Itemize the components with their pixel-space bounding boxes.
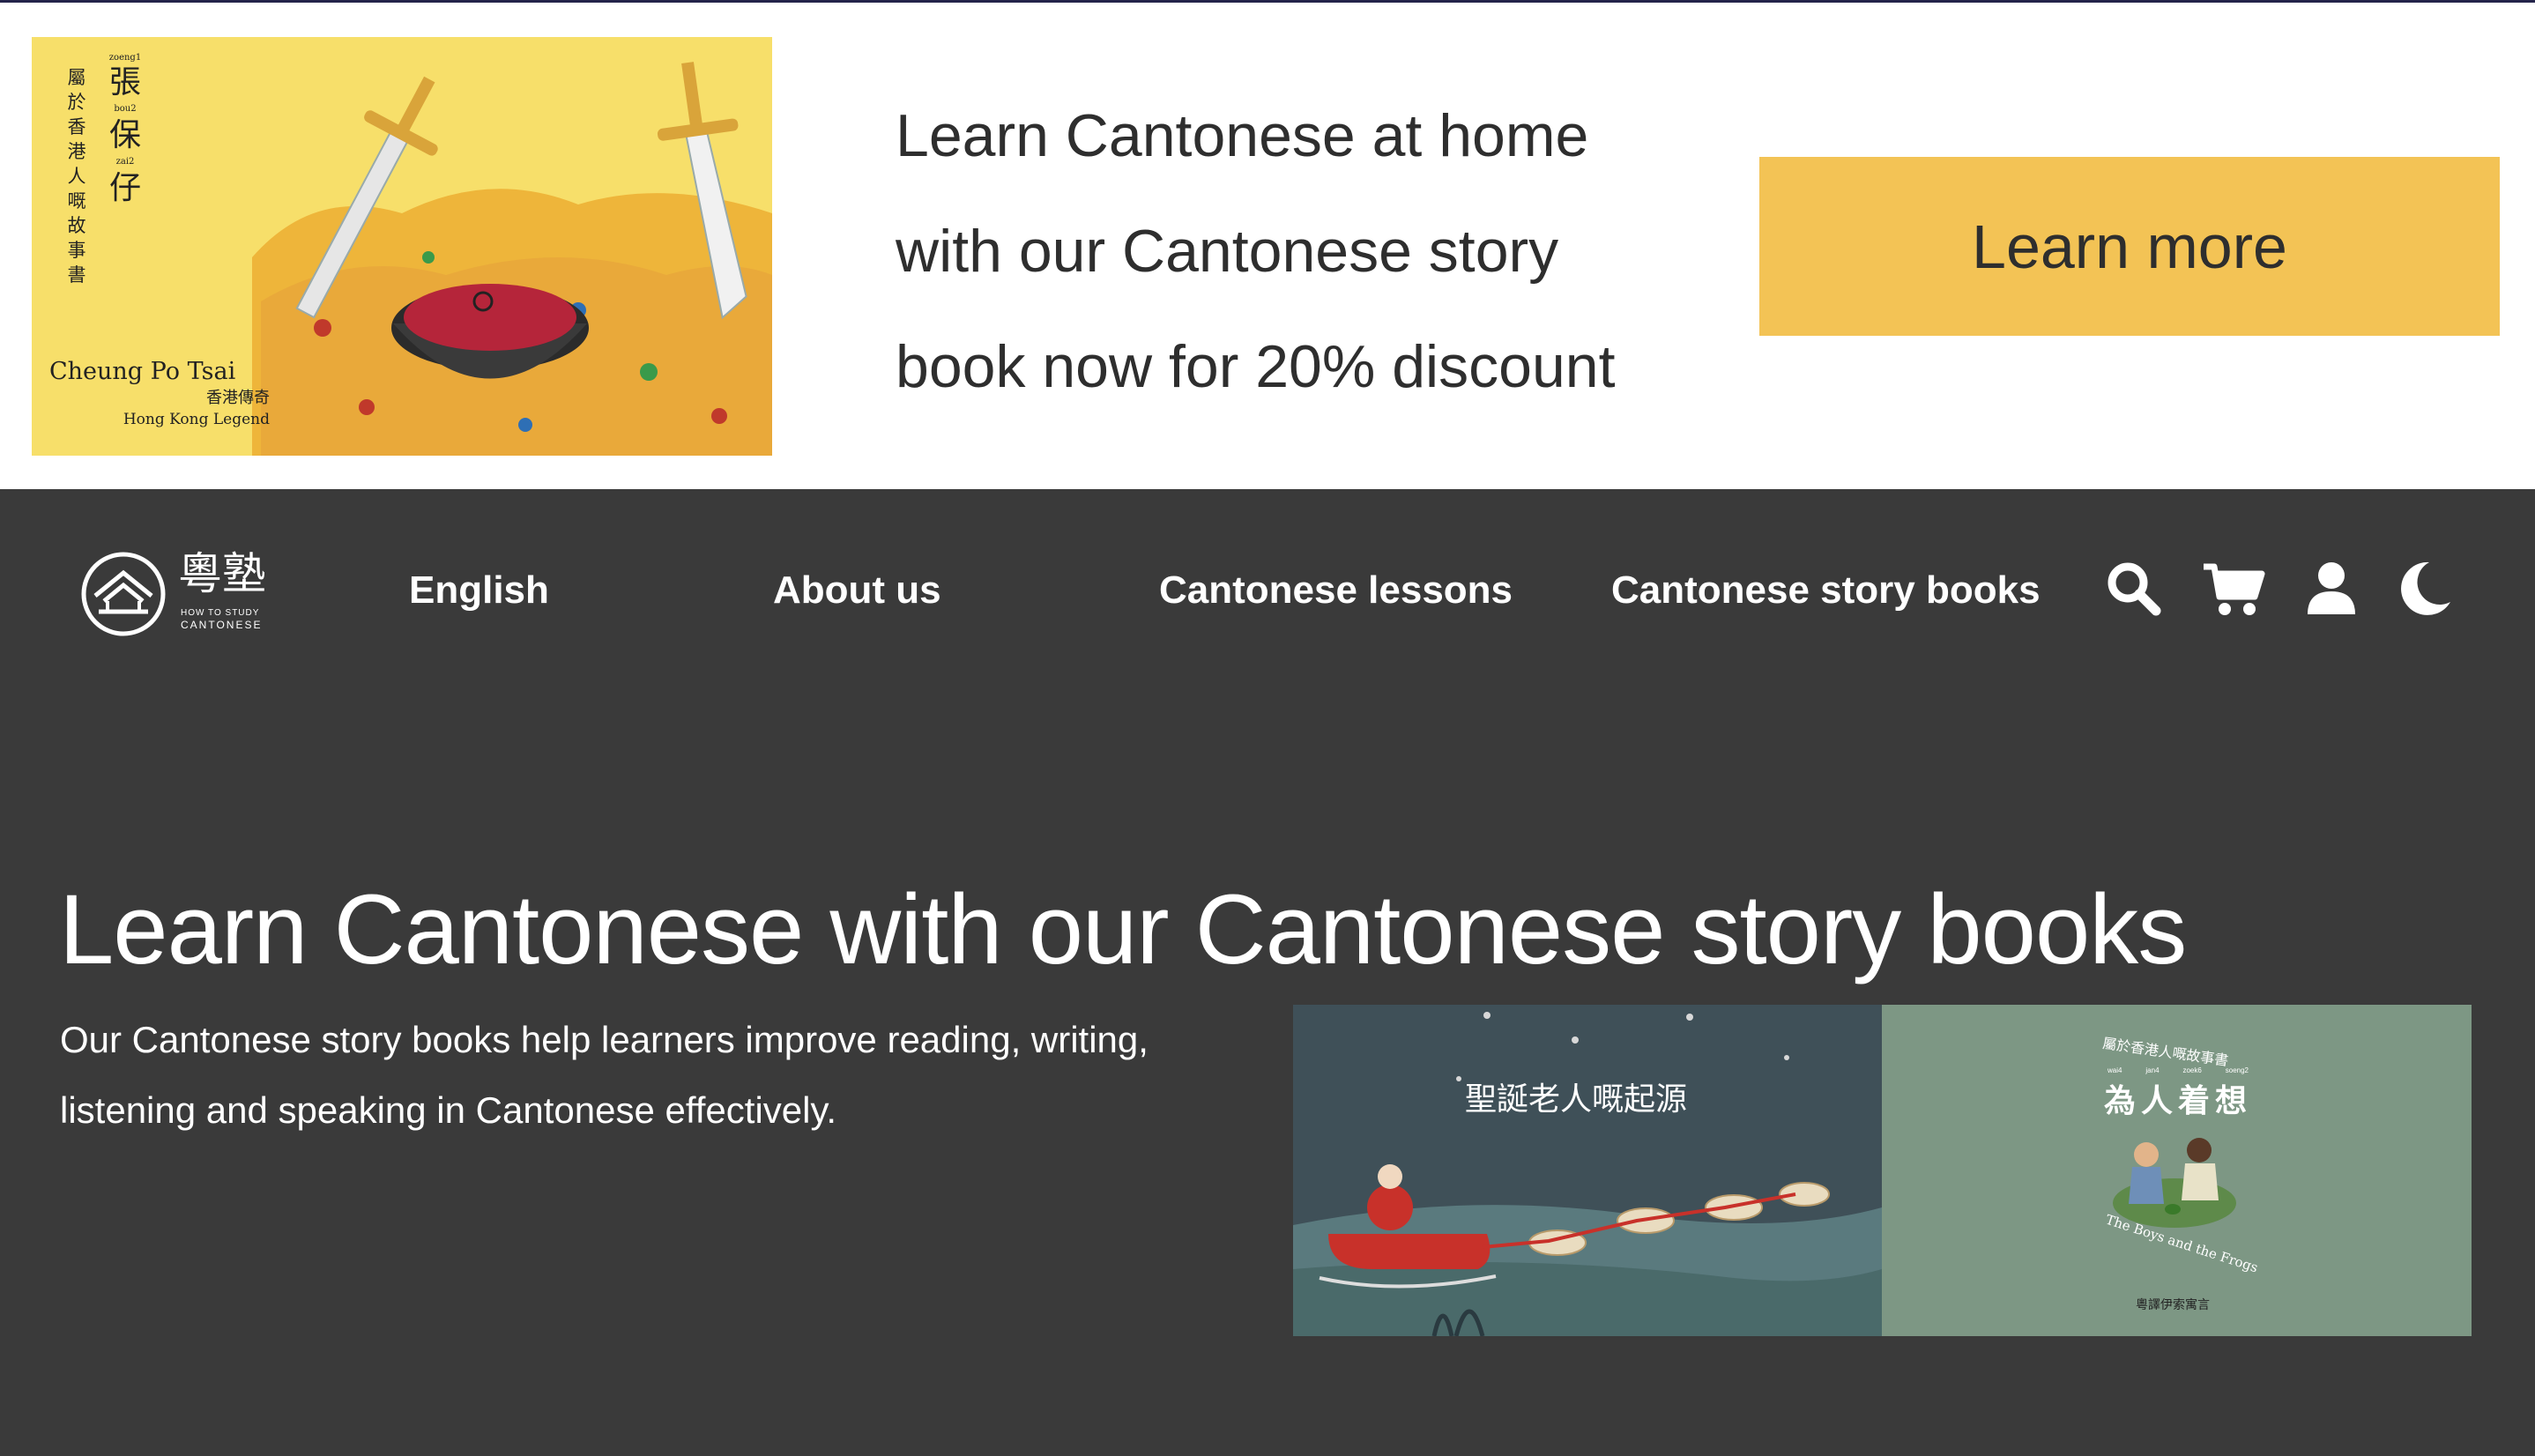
promo-line: with our Cantonese story: [896, 218, 1559, 285]
christmas-book-cover[interactable]: 聖誕老人嘅起源: [1293, 1005, 1882, 1336]
nav-cantonese-story-books[interactable]: Cantonese story books: [1611, 568, 2041, 613]
site-logo[interactable]: 粵塾 HOW TO STUDY CANTONESE: [79, 546, 273, 643]
jyutping-3: zai2: [115, 157, 135, 167]
promo-banner: 屬於香港人嘅故事書 zoeng1 張 bou2 保 zai2 仔 Cheung …: [0, 3, 2535, 489]
nav-language-english[interactable]: English: [409, 568, 549, 613]
jyutping-1: zoeng1: [108, 53, 142, 63]
promo-line: book now for 20% discount: [896, 333, 1616, 400]
book-footer-label: 粵譯伊索寓言: [2136, 1298, 2210, 1312]
learn-more-button[interactable]: Learn more: [1759, 157, 2500, 336]
logo-chinese-text: 粵塾: [178, 548, 266, 599]
jyutping-soeng: soeng2: [2225, 1066, 2249, 1074]
nav-about-us[interactable]: About us: [773, 568, 941, 613]
cart-icon[interactable]: [2202, 560, 2265, 618]
logo-subtext-1: HOW TO STUDY: [181, 608, 260, 618]
promo-chinese-subtitle: 香港傳奇: [206, 389, 270, 407]
title-char-3: 仔: [108, 170, 141, 206]
christmas-book-title: 聖誕老人嘅起源: [1465, 1081, 1688, 1118]
promo-vertical-title: 屬於香港人嘅故事書: [67, 67, 86, 286]
logo-roof-icon: [81, 552, 166, 636]
boys-and-frogs-book-cover[interactable]: 屬於香港人嘅故事書 wai4 jan4 zoek6 soeng2 為人着想 Th…: [1882, 1005, 2472, 1336]
search-icon[interactable]: [2105, 560, 2163, 618]
title-char-1: 張: [108, 64, 141, 100]
dark-mode-icon[interactable]: [2396, 560, 2454, 618]
jyutping-jan: jan4: [2145, 1066, 2160, 1074]
jyutping-wai: wai4: [2108, 1066, 2122, 1074]
page-title: Learn Cantonese with our Cantonese story…: [59, 874, 2187, 984]
jyutping-2: bou2: [114, 104, 137, 114]
nav-cantonese-lessons[interactable]: Cantonese lessons: [1159, 568, 1513, 613]
jyutping-zoek: zoek6: [2182, 1066, 2202, 1074]
promo-text: Learn Cantonese at home with our Cantone…: [896, 78, 1689, 425]
boys-frogs-book-title: 為人着想: [2104, 1082, 2253, 1119]
title-char-2: 保: [108, 117, 141, 153]
logo-subtext-2: CANTONESE: [181, 619, 263, 631]
page-description: Our Cantonese story books help learners …: [60, 1019, 1149, 1131]
user-icon[interactable]: [2302, 560, 2360, 618]
cheung-po-tsai-book-cover[interactable]: 屬於香港人嘅故事書 zoeng1 張 bou2 保 zai2 仔 Cheung …: [32, 37, 772, 456]
main-navigation: 粵塾 HOW TO STUDY CANTONESE English About …: [0, 489, 2535, 709]
promo-line: Learn Cantonese at home: [896, 102, 1589, 169]
promo-english-title: Cheung Po Tsai: [49, 358, 236, 385]
promo-english-subtitle: Hong Kong Legend: [123, 411, 270, 428]
story-books-gallery: 聖誕老人嘅起源 屬於香港人嘅故事書 wai4 jan4 zoek6 soeng2…: [1293, 1005, 2472, 1336]
